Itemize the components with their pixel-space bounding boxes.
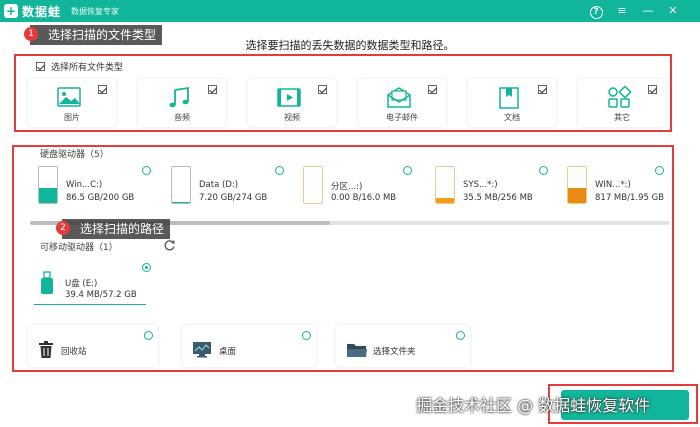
drive-card[interactable]: 分区...:) 0.00 B/16.0 MB (303, 166, 421, 210)
usb-drive-icon (41, 271, 53, 294)
drive-radio[interactable] (655, 166, 664, 175)
file-type-card-document[interactable]: 文档 (468, 79, 556, 127)
location-label: 选择文件夹 (373, 347, 416, 357)
removable-drives-title: 可移动驱动器（1） (40, 243, 118, 253)
hard-drives-title: 硬盘驱动器（5） (40, 150, 109, 160)
drive-card[interactable]: Win...C:) 86.5 GB/200 GB (38, 166, 156, 210)
drive-card[interactable]: WIN...*:) 817 MB/1.95 GB (567, 166, 685, 210)
minimize-icon: — (642, 4, 654, 17)
video-checkbox[interactable] (318, 85, 327, 94)
recycle-bin-radio[interactable] (144, 331, 153, 340)
location-card-choose-folder[interactable]: 选择文件夹 (336, 325, 470, 367)
music-icon (169, 86, 189, 108)
location-card-recycle-bin[interactable]: 回收站 (28, 325, 158, 367)
desktop-radio[interactable] (302, 331, 311, 340)
drive-name: 分区...:) (331, 182, 363, 192)
other-icon (608, 86, 632, 108)
drive-name: WIN...*:) (595, 180, 631, 190)
select-all-check-icon[interactable] (36, 62, 45, 71)
title-bar: + 数据蛙 数据恢复专家 ? ≡ — ✕ (0, 0, 700, 22)
file-type-label: 音频 (174, 113, 190, 122)
drive-card[interactable]: Data (D:) 7.20 GB/274 GB (171, 166, 289, 210)
file-type-card-email[interactable]: 电子邮件 (358, 79, 446, 127)
file-type-label: 视频 (284, 113, 300, 122)
usb-drive-radio[interactable] (142, 263, 151, 272)
instruction-text: 选择要扫描的丢失数据的数据类型和路径。 (245, 39, 455, 52)
help-icon: ? (589, 6, 603, 19)
desktop-icon (193, 342, 211, 358)
file-type-label: 图片 (64, 113, 80, 122)
location-label: 桌面 (219, 347, 237, 357)
usb-drive-size: 39.4 MB/57.2 GB (65, 290, 137, 300)
select-all-label: 选择所有文件类型 (51, 63, 124, 73)
close-icon: ✕ (668, 4, 678, 17)
file-type-label: 其它 (614, 113, 630, 122)
help-button[interactable]: ? (585, 2, 607, 20)
other-checkbox[interactable] (648, 85, 657, 94)
drive-name: SYS...*:) (463, 180, 498, 190)
watermark-text: 掘金技术社区 @ 数据蛙恢复软件 (416, 396, 651, 415)
trash-icon (39, 341, 53, 358)
drive-size: 35.5 MB/256 MB (463, 193, 533, 203)
image-icon (57, 87, 81, 107)
drive-size: 0.00 B/16.0 MB (331, 193, 397, 203)
minimize-button[interactable]: — (637, 2, 659, 20)
drive-radio[interactable] (142, 166, 151, 175)
drive-radio[interactable] (403, 166, 412, 175)
file-type-label: 文档 (504, 113, 520, 122)
select-all-checkbox[interactable]: 选择所有文件类型 (36, 60, 123, 73)
email-icon (387, 87, 411, 108)
annotation-text-2: 选择扫描的路径 (80, 222, 165, 236)
logo-icon: + (4, 4, 18, 18)
menu-icon: ≡ (617, 4, 627, 17)
drive-icon (435, 166, 455, 204)
location-card-desktop[interactable]: 桌面 (182, 325, 316, 367)
drive-radio[interactable] (539, 166, 548, 175)
usb-drive-card[interactable]: U盘 (E:) 39.4 MB/57.2 GB (34, 263, 151, 305)
drive-name: Data (D:) (199, 180, 239, 190)
app-logo: + 数据蛙 (4, 3, 61, 20)
annotation-label-2: 2 选择扫描的路径 (56, 219, 171, 239)
refresh-icon[interactable] (163, 239, 176, 252)
close-button[interactable]: ✕ (662, 2, 684, 20)
document-icon (499, 87, 519, 109)
choose-folder-radio[interactable] (456, 331, 465, 340)
app-subtitle: 数据恢复专家 (71, 6, 120, 16)
file-type-label: 电子邮件 (386, 113, 418, 122)
drive-icon (171, 166, 191, 204)
location-label: 回收站 (61, 347, 87, 357)
audio-checkbox[interactable] (208, 85, 217, 94)
video-icon (277, 88, 301, 107)
file-type-card-image[interactable]: 图片 (28, 79, 116, 127)
file-type-card-video[interactable]: 视频 (248, 79, 336, 127)
drive-icon (567, 166, 587, 204)
document-checkbox[interactable] (538, 85, 547, 94)
drive-card[interactable]: SYS...*:) 35.5 MB/256 MB (435, 166, 553, 210)
usb-drive-name: U盘 (E:) (65, 279, 98, 289)
drive-size: 7.20 GB/274 GB (199, 193, 268, 203)
menu-button[interactable]: ≡ (611, 2, 633, 20)
drive-icon (303, 166, 323, 204)
drive-size: 86.5 GB/200 GB (66, 193, 135, 203)
email-checkbox[interactable] (428, 85, 437, 94)
annotation-number-2: 2 (56, 221, 70, 235)
folder-icon (347, 344, 367, 357)
drive-icon (38, 166, 58, 204)
file-type-card-audio[interactable]: 音频 (138, 79, 226, 127)
drive-radio[interactable] (275, 166, 284, 175)
app-name: 数据蛙 (22, 4, 62, 19)
image-checkbox[interactable] (98, 85, 107, 94)
drive-name: Win...C:) (66, 180, 103, 190)
drive-size: 817 MB/1.95 GB (595, 193, 665, 203)
file-type-card-other[interactable]: 其它 (578, 79, 666, 127)
